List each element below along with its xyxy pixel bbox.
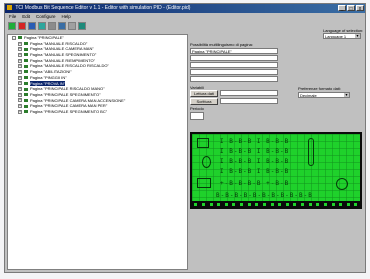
maximize-button[interactable]: □ xyxy=(347,5,355,12)
lcd-row-4: I B-B-B I B-B-B xyxy=(220,168,290,175)
title-bar[interactable]: TCI Modbus Bit Sequence Editor v 1.1 - E… xyxy=(5,4,365,13)
save-icon[interactable] xyxy=(28,22,36,30)
expand-toggle-icon[interactable]: + xyxy=(18,69,22,74)
chevron-down-icon: ▼ xyxy=(344,93,349,97)
stop-icon[interactable] xyxy=(18,22,26,30)
lcd-row-5: +-B-B-B-B +-B-B xyxy=(220,180,290,187)
expand-toggle-icon[interactable]: + xyxy=(18,52,22,57)
expand-toggle-icon[interactable]: + xyxy=(18,92,22,97)
menu-file[interactable]: File xyxy=(9,13,16,20)
text-field-1[interactable]: Pagina "PRINCIPALE" xyxy=(190,48,278,54)
expand-toggle-icon[interactable]: - xyxy=(12,35,16,40)
lcd-row-1: I B-B-B I B-B-B xyxy=(220,138,290,145)
period-label: Periodo xyxy=(190,106,204,111)
expand-toggle-icon[interactable]: + xyxy=(18,64,22,69)
expand-toggle-icon[interactable]: + xyxy=(18,109,22,114)
read-button[interactable]: Lettura dati xyxy=(190,90,218,97)
menu-edit[interactable]: Edit xyxy=(22,13,30,20)
menu-bar: File Edit Configure Help xyxy=(5,13,365,20)
expand-toggle-icon[interactable]: + xyxy=(18,98,22,103)
page-icon xyxy=(24,76,28,80)
tree-item[interactable]: + Pagina "PRINCIPALE SPEGNIMENTO BC" xyxy=(8,109,187,115)
menu-help[interactable]: Help xyxy=(62,13,71,20)
expand-toggle-icon[interactable]: + xyxy=(18,81,22,86)
expand-toggle-icon[interactable]: + xyxy=(18,47,22,52)
write-value-field[interactable] xyxy=(220,98,278,104)
expand-toggle-icon[interactable]: + xyxy=(18,41,22,46)
text-field-3[interactable] xyxy=(190,62,278,68)
page-icon xyxy=(24,104,28,108)
tree-item-label: Pagina "PRINCIPALE SPEGNIMENTO BC" xyxy=(30,108,108,114)
window-title: TCI Modbus Bit Sequence Editor v 1.1 - E… xyxy=(15,5,191,11)
page-icon xyxy=(24,98,28,102)
expand-toggle-icon[interactable]: + xyxy=(18,104,22,109)
expand-toggle-icon[interactable]: + xyxy=(18,87,22,92)
language-fields: Pagina "PRINCIPALE" xyxy=(190,48,278,83)
application-window: TCI Modbus Bit Sequence Editor v 1.1 - E… xyxy=(4,3,366,273)
text-field-4[interactable] xyxy=(190,69,278,75)
properties-pane: Possibilità multilinguismo di pagina: Pa… xyxy=(190,34,364,270)
page-icon xyxy=(24,110,28,114)
page-icon xyxy=(24,42,28,46)
page-icon xyxy=(24,93,28,97)
copy-icon[interactable] xyxy=(48,22,56,30)
lcd-pump-icon xyxy=(197,138,209,148)
lcd-bottom-row: B-B-B-B-B-B-B-B-B-B-B xyxy=(216,192,313,199)
menu-configure[interactable]: Configure xyxy=(36,13,56,20)
write-button[interactable]: Scrittura xyxy=(190,98,218,105)
fields-label: Possibilità multilinguismo di pagina: xyxy=(190,42,253,47)
format-dropdown[interactable]: Decimale ▼ xyxy=(298,92,350,98)
page-icon xyxy=(24,81,28,85)
lcd-alarm-icon xyxy=(197,178,211,188)
close-button[interactable]: x xyxy=(356,5,364,12)
lcd-fan-icon xyxy=(336,178,348,190)
text-field-5[interactable] xyxy=(190,76,278,82)
format-label: Preferenze formato dati: xyxy=(298,86,341,91)
page-icon xyxy=(24,64,28,68)
lcd-status-bar xyxy=(192,201,360,207)
page-icon xyxy=(24,70,28,74)
page-icon xyxy=(24,47,28,51)
lcd-thermometer-icon xyxy=(308,138,314,166)
app-icon xyxy=(7,5,12,11)
settings-icon[interactable] xyxy=(68,22,76,30)
expand-toggle-icon[interactable]: + xyxy=(18,75,22,80)
page-icon xyxy=(24,59,28,63)
minimize-button[interactable]: _ xyxy=(338,5,346,12)
run-icon[interactable] xyxy=(78,22,86,30)
text-field-2[interactable] xyxy=(190,55,278,61)
page-tree[interactable]: - Pagina "PRINCIPALE" + Pagina "MANUALE RIS… xyxy=(7,34,188,270)
page-icon xyxy=(18,36,22,40)
lcd-preview[interactable]: I B-B-B I B-B-B I B-B-B I B-B-B I B-B-B … xyxy=(190,132,362,209)
lcd-row-3: I B-B-B I B-B-B xyxy=(220,158,290,165)
lcd-row-2: I B-B-B I B-B-B xyxy=(220,148,290,155)
read-value-field[interactable] xyxy=(220,90,278,96)
open-icon[interactable] xyxy=(38,22,46,30)
transfer-icon[interactable] xyxy=(58,22,66,30)
new-icon[interactable] xyxy=(8,22,16,30)
period-field[interactable] xyxy=(190,112,204,120)
page-icon xyxy=(24,87,28,91)
toolbar xyxy=(5,20,365,32)
page-icon xyxy=(24,53,28,57)
lcd-flame-icon xyxy=(202,156,211,168)
expand-toggle-icon[interactable]: + xyxy=(18,58,22,63)
window-controls: _ □ x xyxy=(338,5,364,12)
